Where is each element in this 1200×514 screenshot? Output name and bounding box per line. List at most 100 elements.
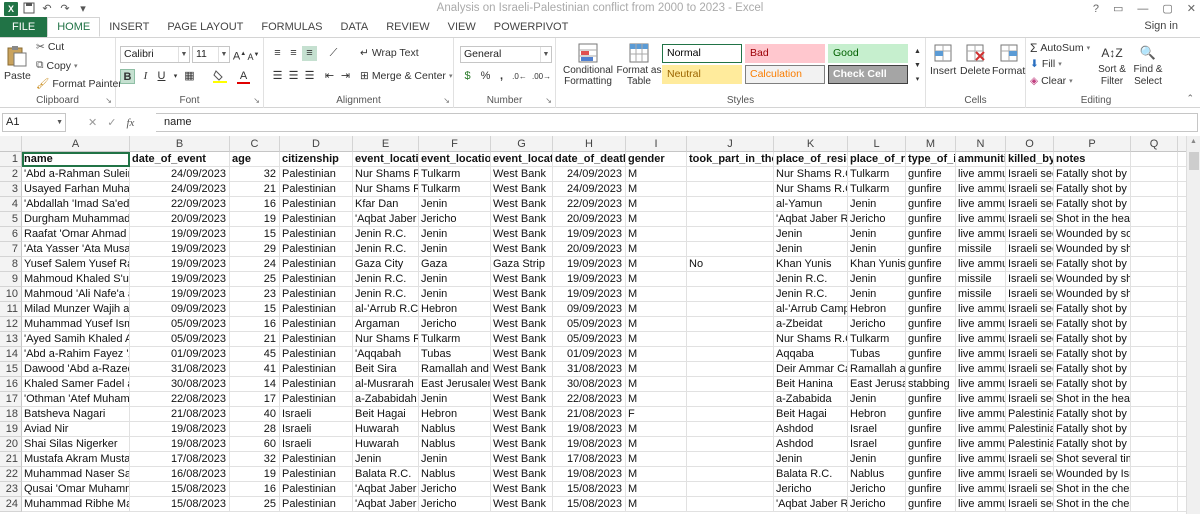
table-cell[interactable]: 31/08/2023 [130, 362, 230, 377]
table-cell[interactable]: Fatally shot by Border Police [1054, 317, 1131, 332]
table-cell[interactable]: M [626, 377, 687, 392]
table-cell[interactable]: Israel [848, 422, 906, 437]
table-cell[interactable]: gunfire [906, 167, 956, 182]
table-cell[interactable]: Tulkarm [848, 167, 906, 182]
table-cell[interactable] [687, 482, 774, 497]
table-cell[interactable]: live ammunition [956, 212, 1006, 227]
table-cell[interactable]: 09/09/2023 [130, 302, 230, 317]
table-cell[interactable]: M [626, 317, 687, 332]
table-cell[interactable]: Jericho [848, 482, 906, 497]
table-cell[interactable]: 22/08/2023 [130, 392, 230, 407]
table-cell[interactable] [687, 287, 774, 302]
table-cell[interactable] [687, 422, 774, 437]
table-cell[interactable]: 24/09/2023 [130, 167, 230, 182]
table-cell[interactable]: Jenin R.C. [353, 287, 419, 302]
table-cell[interactable]: live ammunition [956, 467, 1006, 482]
table-cell[interactable]: 21/08/2023 [553, 407, 626, 422]
number-format-combo[interactable]: General ▼ [460, 46, 552, 63]
table-cell[interactable] [687, 182, 774, 197]
table-cell[interactable]: Palestinian [280, 482, 353, 497]
table-cell[interactable]: Wounded by shrapnel from [1054, 272, 1131, 287]
table-cell[interactable]: Gaza City [353, 257, 419, 272]
table-cell[interactable]: Fatally shot by a Palestinian [1054, 422, 1131, 437]
table-cell[interactable]: 01/09/2023 [553, 347, 626, 362]
table-cell[interactable]: a-Zbeidat [774, 317, 848, 332]
table-cell[interactable]: live ammunition [956, 182, 1006, 197]
table-cell[interactable]: 05/09/2023 [553, 317, 626, 332]
table-cell[interactable] [1131, 497, 1178, 512]
table-cell[interactable]: gunfire [906, 302, 956, 317]
table-cell[interactable]: Ashdod [774, 437, 848, 452]
table-cell[interactable]: M [626, 272, 687, 287]
table-cell[interactable]: Israeli security forces [1006, 302, 1054, 317]
table-cell[interactable]: stabbing [906, 377, 956, 392]
table-cell[interactable]: Ramallah and al-Bira [419, 362, 491, 377]
column-header-l[interactable]: L [848, 136, 906, 152]
table-cell[interactable] [1131, 467, 1178, 482]
clear-button[interactable]: ◈ Clear ▾ [1030, 75, 1073, 87]
table-cell[interactable] [1131, 167, 1178, 182]
table-cell[interactable] [687, 407, 774, 422]
table-cell[interactable]: live ammunition [956, 452, 1006, 467]
table-cell[interactable] [1178, 392, 1186, 407]
table-cell[interactable]: Israeli security forces [1006, 377, 1054, 392]
conditional-formatting-button[interactable]: Conditional Formatting [562, 42, 614, 87]
table-cell[interactable] [1178, 272, 1186, 287]
table-cell[interactable]: Fatally shot by Israeli forces [1054, 167, 1131, 182]
table-cell[interactable]: Batsheva Nagari [22, 407, 130, 422]
name-box[interactable]: A1 ▼ [2, 113, 66, 132]
table-cell[interactable]: gunfire [906, 497, 956, 512]
table-cell[interactable]: 15 [230, 302, 280, 317]
table-cell[interactable]: West Bank [491, 392, 553, 407]
table-cell[interactable]: gunfire [906, 227, 956, 242]
table-cell[interactable]: M [626, 287, 687, 302]
styles-more-icon[interactable]: ▾ [910, 72, 925, 87]
table-cell[interactable] [1131, 362, 1178, 377]
table-cell[interactable]: Israeli security forces [1006, 197, 1054, 212]
table-cell[interactable]: al-Musrarah [353, 377, 419, 392]
table-cell[interactable]: West Bank [491, 452, 553, 467]
table-cell[interactable]: Gaza [419, 257, 491, 272]
tab-page-layout[interactable]: PAGE LAYOUT [158, 18, 252, 37]
table-cell[interactable]: 19/09/2023 [130, 257, 230, 272]
table-cell[interactable]: Kfar Dan [353, 197, 419, 212]
table-cell[interactable]: live ammunition [956, 347, 1006, 362]
table-cell[interactable] [1178, 317, 1186, 332]
table-cell[interactable]: 24/09/2023 [553, 182, 626, 197]
table-cell[interactable]: M [626, 437, 687, 452]
table-cell[interactable]: Israeli security forces [1006, 242, 1054, 257]
table-cell[interactable]: Jericho [774, 482, 848, 497]
table-cell[interactable]: 19/09/2023 [553, 257, 626, 272]
table-cell[interactable]: Jericho [419, 497, 491, 512]
header-cell[interactable]: notes [1054, 152, 1131, 167]
row-header[interactable]: 2 [0, 167, 22, 182]
table-cell[interactable] [1178, 332, 1186, 347]
table-cell[interactable]: Israeli security forces [1006, 257, 1054, 272]
table-cell[interactable]: Mahmoud Khaled S'ud 'Ez [22, 272, 130, 287]
table-cell[interactable]: West Bank [491, 302, 553, 317]
header-cell[interactable]: citizenship [280, 152, 353, 167]
table-cell[interactable]: West Bank [491, 272, 553, 287]
table-cell[interactable]: Hebron [419, 407, 491, 422]
percent-icon[interactable]: % [478, 69, 493, 84]
table-cell[interactable]: Hebron [419, 302, 491, 317]
table-cell[interactable]: 21/08/2023 [130, 407, 230, 422]
table-cell[interactable] [687, 302, 774, 317]
table-cell[interactable]: Raafat 'Omar Ahmad Khamaisa [22, 227, 130, 242]
table-cell[interactable]: Jenin [419, 287, 491, 302]
table-cell[interactable]: Jenin R.C. [774, 287, 848, 302]
column-header-a[interactable]: A [22, 136, 130, 152]
header-cell[interactable]: gender [626, 152, 687, 167]
table-cell[interactable]: Palestinian [280, 227, 353, 242]
close-icon[interactable]: ✕ [1187, 0, 1196, 18]
insert-cells-button[interactable]: Insert [930, 42, 956, 77]
table-cell[interactable]: Palestinian [280, 212, 353, 227]
table-cell[interactable] [1178, 302, 1186, 317]
table-cell[interactable]: 41 [230, 362, 280, 377]
table-cell[interactable]: gunfire [906, 422, 956, 437]
table-cell[interactable]: Durgham Muhammad Yahya [22, 212, 130, 227]
table-cell[interactable] [1131, 437, 1178, 452]
table-cell[interactable]: 21 [230, 332, 280, 347]
column-header-c[interactable]: C [230, 136, 280, 152]
table-cell[interactable]: Nur Shams R.C. [774, 182, 848, 197]
